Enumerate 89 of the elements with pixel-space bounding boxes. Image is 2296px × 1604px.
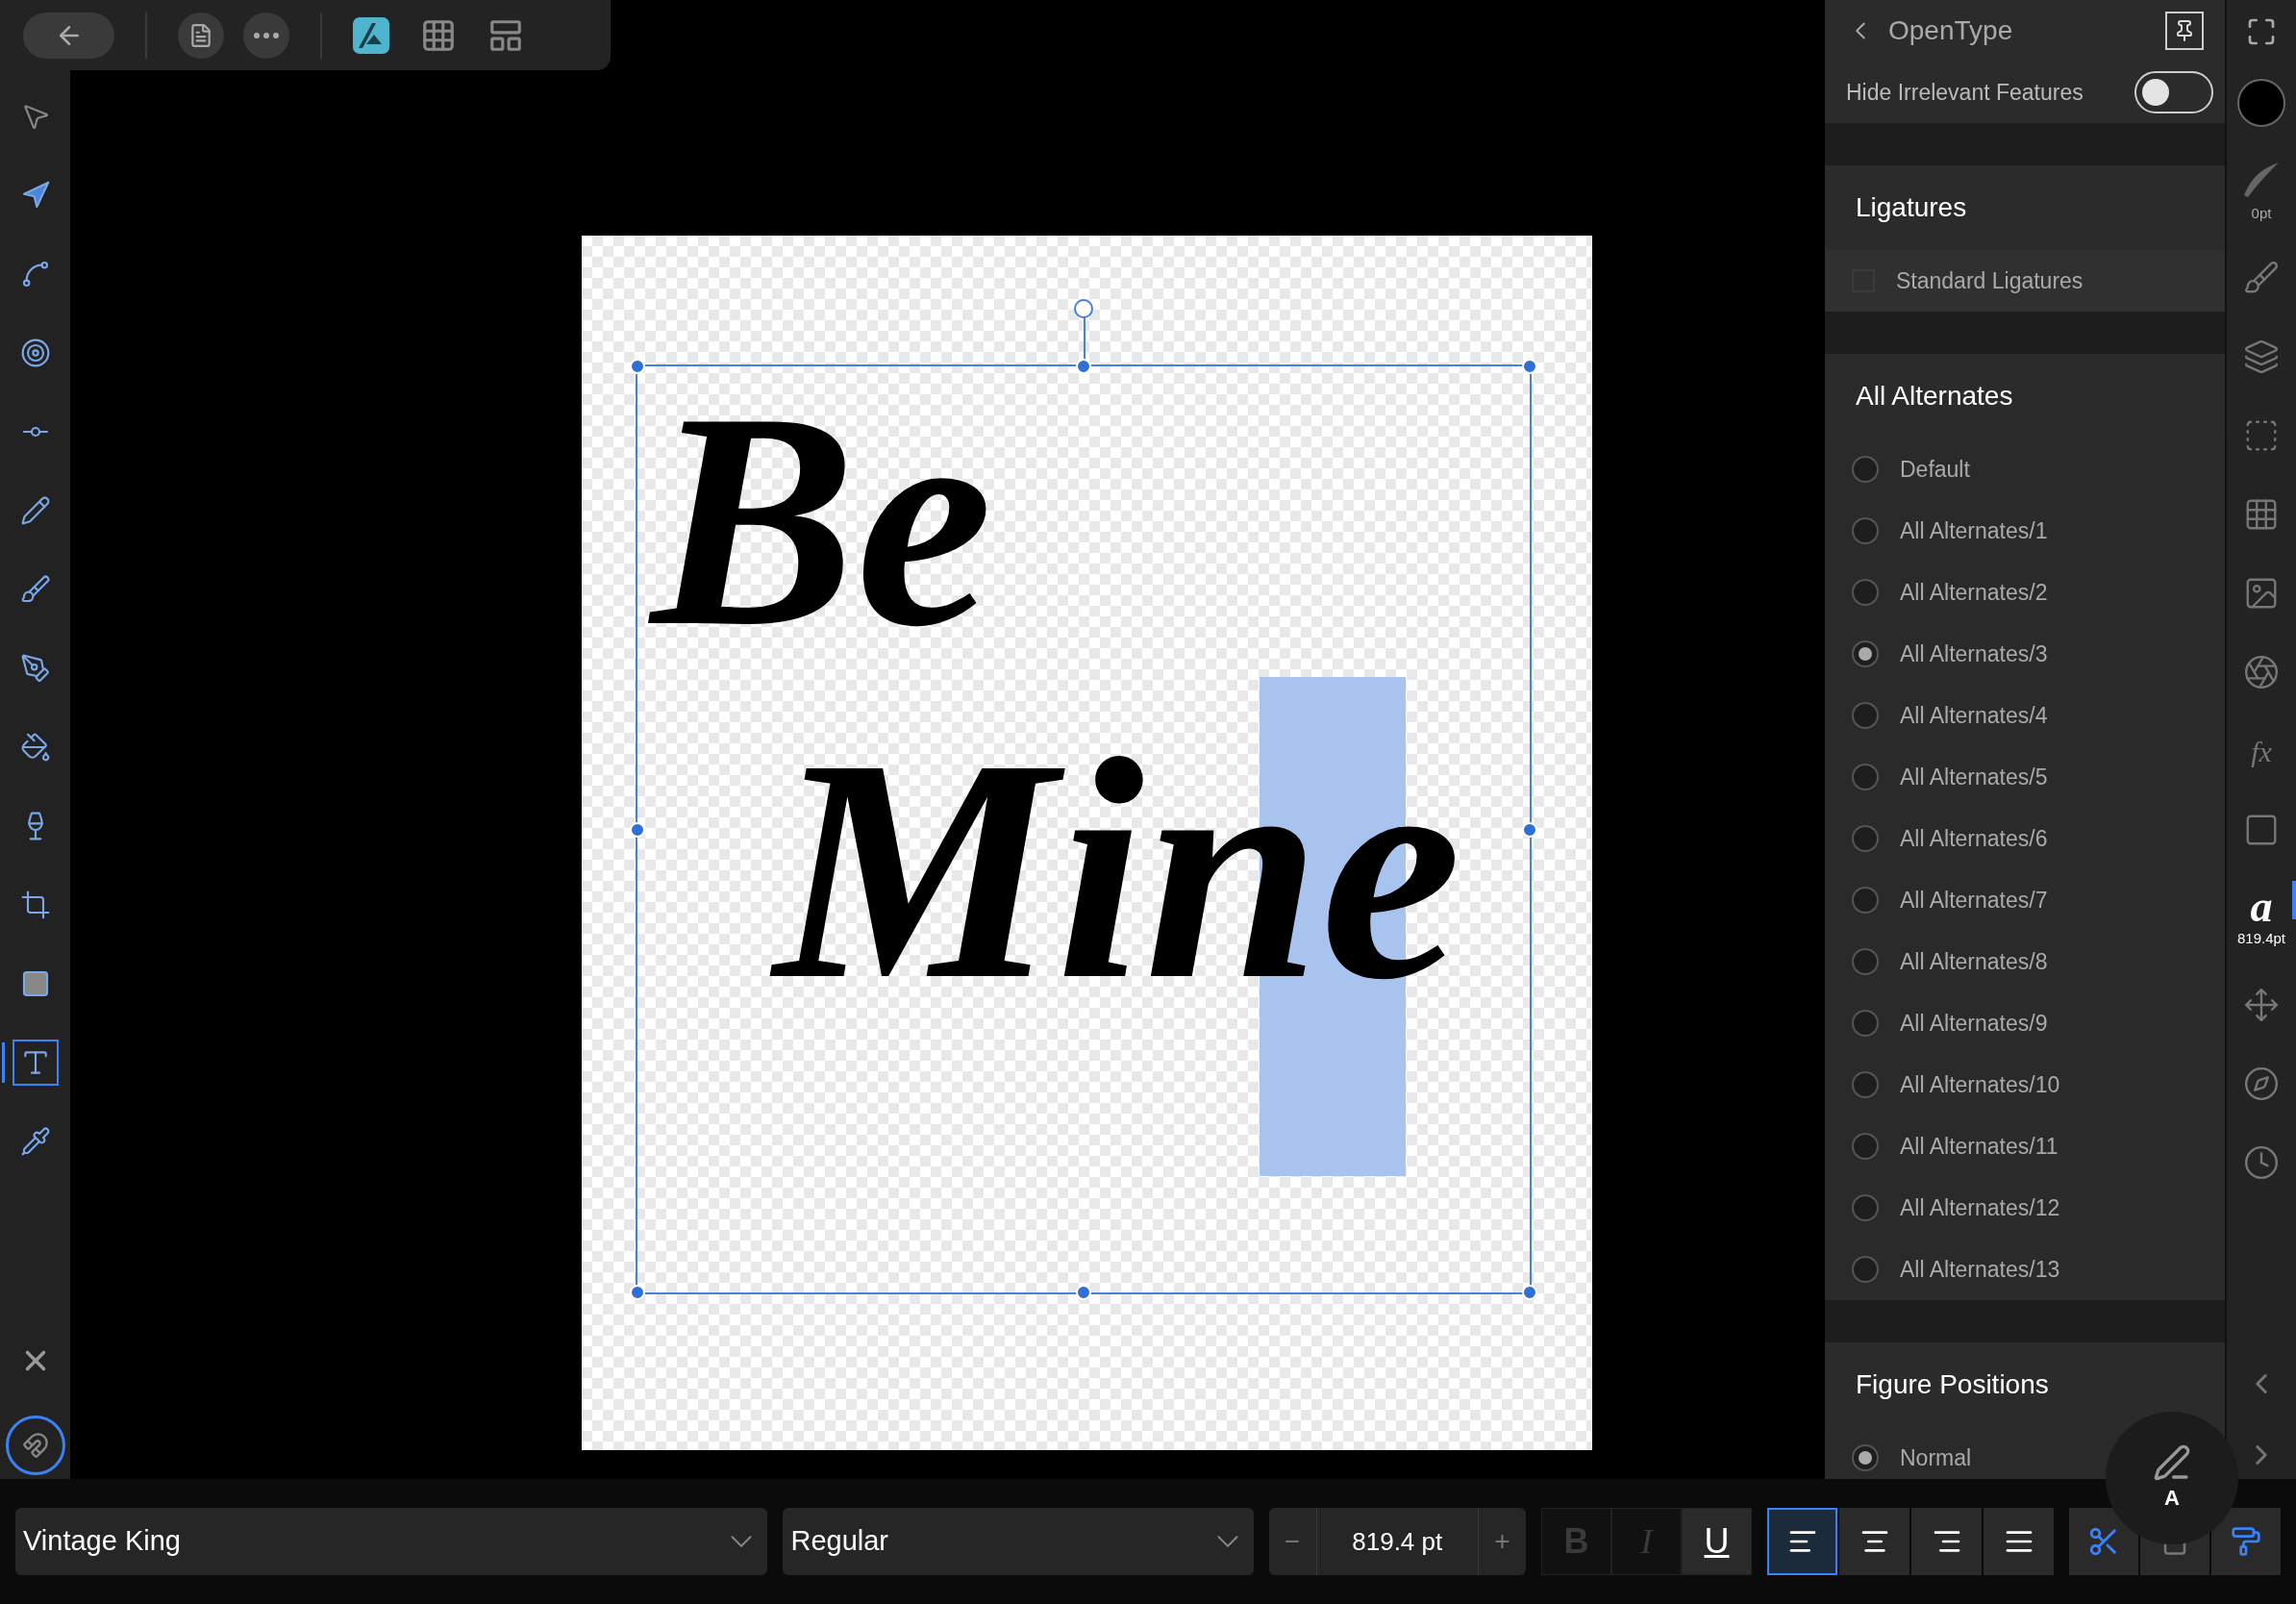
font-dropdown[interactable]: Vintage King [15, 1508, 768, 1575]
pin-button[interactable] [2165, 12, 2204, 50]
selected-indicator [2292, 881, 2296, 919]
selected-indicator [2, 1042, 5, 1083]
radio-button[interactable] [1852, 1444, 1879, 1471]
selection-handle[interactable] [1522, 1285, 1537, 1300]
selection-handle[interactable] [1076, 1285, 1091, 1300]
radio-button[interactable] [1852, 1071, 1879, 1098]
option-row[interactable]: Standard Ligatures [1825, 250, 2225, 312]
option-row[interactable]: All Alternates/7 [1825, 869, 2225, 931]
format-paint-button[interactable] [2211, 1508, 2281, 1575]
option-row[interactable]: All Alternates/10 [1825, 1054, 2225, 1115]
option-row[interactable]: All Alternates/11 [1825, 1115, 2225, 1177]
fill-icon [19, 732, 51, 763]
brush-icon [19, 574, 51, 605]
document-icon [188, 22, 213, 48]
compass-icon[interactable] [2243, 1065, 2280, 1102]
radio-button[interactable] [1852, 640, 1879, 667]
radio-button[interactable] [1852, 764, 1879, 790]
section-title: All Alternates [1856, 380, 2013, 413]
style-dropdown[interactable]: Regular [783, 1508, 1254, 1575]
radio-button[interactable] [1852, 702, 1879, 729]
app-persona-icon[interactable] [353, 16, 389, 54]
radio-button[interactable] [1852, 948, 1879, 975]
more-icon [254, 32, 279, 38]
radio-button[interactable] [1852, 825, 1879, 852]
crop-icon [19, 890, 51, 920]
rotation-handle[interactable] [1074, 299, 1093, 318]
selection-handle[interactable] [1522, 359, 1537, 374]
radio-button[interactable] [1852, 1133, 1879, 1160]
snapping-button[interactable] [5, 1416, 65, 1475]
radio-button[interactable] [1852, 1010, 1879, 1037]
stroke-width: 0pt [2251, 203, 2272, 223]
clock-icon[interactable] [2243, 1144, 2280, 1181]
selection-handle[interactable] [630, 1285, 645, 1300]
radio-button[interactable] [1852, 1256, 1879, 1283]
back-button[interactable] [23, 12, 114, 59]
option-row[interactable]: Default [1825, 439, 2225, 500]
toggle-switch[interactable] [2134, 71, 2213, 113]
option-row[interactable]: All Alternates/13 [1825, 1239, 2225, 1300]
cut-button[interactable] [2069, 1508, 2138, 1575]
justify-button[interactable] [1984, 1508, 2054, 1575]
underline-button[interactable]: U [1682, 1508, 1752, 1575]
align-right-button[interactable] [1911, 1508, 1982, 1575]
paint-roller-icon [2231, 1526, 2261, 1557]
option-row[interactable]: All Alternates/1 [1825, 500, 2225, 562]
character-button[interactable]: a [2250, 885, 2273, 928]
more-button[interactable] [243, 12, 289, 59]
option-row[interactable]: All Alternates/5 [1825, 746, 2225, 808]
align-left-button[interactable] [1767, 1508, 1837, 1575]
font-size-field[interactable]: 819.4 pt [1316, 1522, 1478, 1561]
decrease-button[interactable]: − [1268, 1508, 1317, 1575]
radio-button[interactable] [1852, 579, 1879, 606]
aperture-icon[interactable] [2243, 654, 2280, 690]
magnet-icon [21, 1432, 49, 1459]
option-row[interactable]: All Alternates/12 [1825, 1177, 2225, 1239]
font-size-readout: 819.4pt [2236, 928, 2285, 948]
eyedropper-icon [19, 1126, 51, 1157]
radio-button[interactable] [1852, 887, 1879, 914]
option-row[interactable]: All Alternates/9 [1825, 992, 2225, 1054]
pencil-icon [2153, 1442, 2191, 1482]
transform-icon[interactable] [2243, 987, 2280, 1023]
option-row[interactable]: All Alternates/2 [1825, 562, 2225, 623]
color-swatch[interactable] [2237, 79, 2285, 127]
section-title: Ligatures [1856, 191, 1967, 224]
option-row[interactable]: All Alternates/4 [1825, 685, 2225, 746]
fullscreen-icon[interactable] [2246, 16, 2277, 47]
radio-button[interactable] [1852, 456, 1879, 483]
option-row[interactable]: All Alternates/8 [1825, 931, 2225, 992]
selection-handle[interactable] [630, 359, 645, 374]
section-title: Figure Positions [1856, 1368, 2049, 1401]
pencil-icon [19, 495, 51, 526]
panel-title: OpenType [1888, 14, 2013, 47]
option-row[interactable]: All Alternates/3 [1825, 623, 2225, 685]
selection-handle[interactable] [1076, 359, 1091, 374]
align-center-button[interactable] [1839, 1508, 1909, 1575]
layers-icon[interactable] [2243, 338, 2280, 375]
pencil-label: A [2164, 1484, 2180, 1512]
document-button[interactable] [178, 12, 224, 59]
toggle-label: Hide Irrelevant Features [1846, 78, 2084, 107]
fx-button[interactable]: fx [2251, 729, 2272, 773]
pen-icon [19, 653, 51, 684]
tool-button[interactable] [12, 1040, 59, 1086]
increase-button[interactable]: + [1478, 1508, 1526, 1575]
selection-handle[interactable] [630, 821, 645, 838]
radio-button[interactable] [1852, 1194, 1879, 1221]
target-icon [19, 338, 51, 368]
option-row[interactable]: All Alternates/6 [1825, 808, 2225, 869]
radio-button[interactable] [1852, 517, 1879, 544]
